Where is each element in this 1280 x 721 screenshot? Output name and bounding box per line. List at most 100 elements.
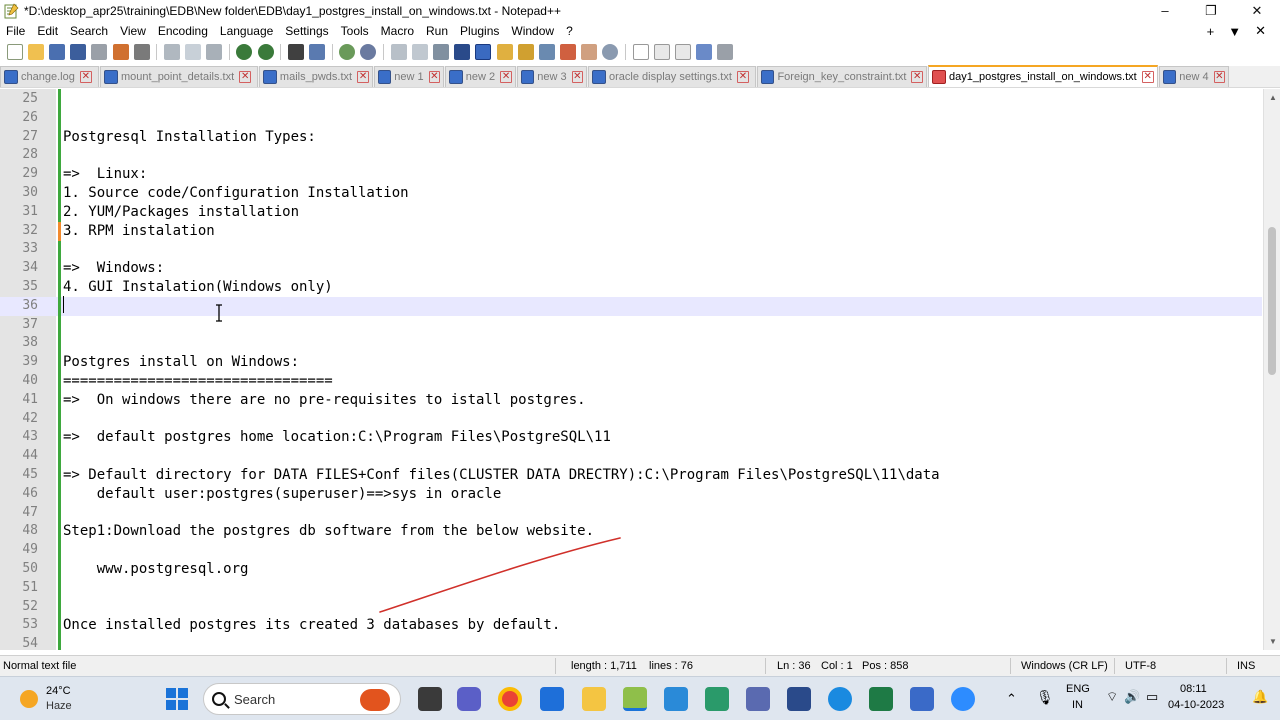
menu-encoding[interactable]: Encoding xyxy=(152,21,214,41)
show-all-chars-icon[interactable] xyxy=(454,43,471,60)
minimize-button[interactable]: – xyxy=(1142,0,1188,21)
teams-chat-icon[interactable] xyxy=(457,687,481,711)
close-icon[interactable]: ✕ xyxy=(357,71,369,83)
weather-widget[interactable]: 24°C Haze xyxy=(16,683,106,715)
excel-icon[interactable] xyxy=(869,687,893,711)
close-icon[interactable]: ✕ xyxy=(736,71,749,83)
tab-foreign-key-constraint[interactable]: Foreign_key_constraint.txt ✕ xyxy=(757,66,927,87)
scrollbar-thumb[interactable] xyxy=(1268,227,1276,375)
tab-new-3[interactable]: new 3 ✕ xyxy=(517,66,587,87)
store-icon[interactable] xyxy=(540,687,564,711)
save-all-icon[interactable] xyxy=(70,43,87,60)
eye-icon[interactable] xyxy=(602,43,619,60)
redo-icon[interactable] xyxy=(257,43,274,60)
chevron-up-icon[interactable]: ⌃ xyxy=(1006,691,1017,707)
file-explorer-icon[interactable] xyxy=(582,687,606,711)
tab-mails-pwds[interactable]: mails_pwds.txt ✕ xyxy=(259,66,373,87)
undo-icon[interactable] xyxy=(236,43,253,60)
save-macro-icon[interactable] xyxy=(717,43,734,60)
microphone-icon[interactable]: 🎙 xyxy=(1036,689,1054,706)
edge-icon[interactable] xyxy=(828,687,852,711)
language-indicator[interactable]: ENG xyxy=(1066,683,1090,695)
open-file-icon[interactable] xyxy=(27,43,44,60)
vertical-scrollbar[interactable]: ▲ ▼ xyxy=(1263,89,1280,650)
task-view-icon[interactable] xyxy=(418,687,442,711)
chrome-icon[interactable] xyxy=(498,687,522,711)
virtualbox-icon[interactable] xyxy=(787,687,811,711)
scroll-down-icon[interactable]: ▼ xyxy=(1269,637,1277,646)
new-file-icon[interactable] xyxy=(6,43,23,60)
menu-window[interactable]: Window xyxy=(505,21,560,41)
taskbar-search-box[interactable]: Search xyxy=(203,683,401,715)
save-icon[interactable] xyxy=(48,43,65,60)
close-icon[interactable]: ✕ xyxy=(1213,71,1225,83)
print-icon[interactable] xyxy=(133,43,150,60)
indent-guide-icon[interactable] xyxy=(475,43,492,60)
sync-vertical-icon[interactable] xyxy=(390,43,407,60)
cut-icon[interactable] xyxy=(163,43,180,60)
tab-list-button[interactable]: ▼ xyxy=(1228,24,1241,39)
tab-mount-point-details[interactable]: mount_point_details.txt ✕ xyxy=(100,66,258,87)
close-icon[interactable]: ✕ xyxy=(239,71,252,83)
notes-icon[interactable] xyxy=(910,687,934,711)
menu-tools[interactable]: Tools xyxy=(335,21,375,41)
close-icon[interactable]: ✕ xyxy=(79,71,92,83)
menu-view[interactable]: View xyxy=(114,21,152,41)
network-tool-icon[interactable] xyxy=(705,687,729,711)
notepadplusplus-taskbar-icon[interactable] xyxy=(623,687,647,711)
close-icon[interactable]: ✕ xyxy=(428,71,440,83)
remote-app-icon[interactable] xyxy=(664,687,688,711)
user-lang-icon[interactable] xyxy=(496,43,513,60)
zoom-out-icon[interactable] xyxy=(360,43,377,60)
notification-icon[interactable]: 🔔 xyxy=(1252,689,1268,705)
menu-edit[interactable]: Edit xyxy=(31,21,64,41)
close-doc-button[interactable]: ✕ xyxy=(1255,23,1266,39)
close-icon[interactable]: ✕ xyxy=(911,71,923,83)
zoom-icon[interactable] xyxy=(951,687,975,711)
menu-help[interactable]: ? xyxy=(560,21,579,41)
close-icon[interactable]: ✕ xyxy=(571,71,583,83)
tab-new-4[interactable]: new 4 ✕ xyxy=(1159,66,1229,87)
maximize-button[interactable]: ❐ xyxy=(1188,0,1234,21)
volume-icon[interactable]: 🔊 xyxy=(1124,689,1140,705)
tab-change-log[interactable]: change.log ✕ xyxy=(0,66,99,87)
menu-macro[interactable]: Macro xyxy=(375,21,420,41)
menu-plugins[interactable]: Plugins xyxy=(454,21,505,41)
run-macro-multiple-icon[interactable] xyxy=(696,43,713,60)
find-icon[interactable] xyxy=(287,43,304,60)
paste-icon[interactable] xyxy=(206,43,223,60)
tab-new-1[interactable]: new 1 ✕ xyxy=(374,66,444,87)
close-file-icon[interactable] xyxy=(91,43,108,60)
menu-run[interactable]: Run xyxy=(420,21,454,41)
tab-day1-postgres-install[interactable]: day1_postgres_install_on_windows.txt ✕ xyxy=(928,65,1158,87)
editor-area[interactable]: 25 26 27 Postgresql Installation Types: 28 29… xyxy=(0,89,1280,650)
word-wrap-icon[interactable] xyxy=(432,43,449,60)
battery-icon[interactable]: ▭ xyxy=(1146,689,1158,705)
close-icon[interactable]: ✕ xyxy=(1141,71,1154,83)
replace-icon[interactable] xyxy=(309,43,326,60)
wifi-icon[interactable]: ⌔ xyxy=(1106,689,1118,705)
menu-search[interactable]: Search xyxy=(64,21,114,41)
zoom-in-icon[interactable] xyxy=(339,43,356,60)
menu-settings[interactable]: Settings xyxy=(279,21,334,41)
monitoring-icon[interactable] xyxy=(581,43,598,60)
close-button[interactable]: ✕ xyxy=(1234,0,1280,21)
folder-workspace-icon[interactable] xyxy=(560,43,577,60)
record-macro-icon[interactable] xyxy=(632,43,649,60)
tab-oracle-display-settings[interactable]: oracle display settings.txt ✕ xyxy=(588,66,756,87)
pc-tool-icon[interactable] xyxy=(746,687,770,711)
menu-language[interactable]: Language xyxy=(214,21,279,41)
doc-map-icon[interactable] xyxy=(517,43,534,60)
windows-start-icon[interactable] xyxy=(165,687,189,711)
close-all-icon[interactable] xyxy=(112,43,129,60)
new-tab-button[interactable]: + xyxy=(1207,24,1215,39)
sync-horizontal-icon[interactable] xyxy=(411,43,428,60)
close-icon[interactable]: ✕ xyxy=(500,71,512,83)
function-list-icon[interactable] xyxy=(538,43,555,60)
menu-file[interactable]: File xyxy=(0,21,31,41)
tab-new-2[interactable]: new 2 ✕ xyxy=(445,66,516,87)
clock-time[interactable]: 08:11 xyxy=(1180,683,1207,695)
stop-macro-icon[interactable] xyxy=(653,43,670,60)
scroll-up-icon[interactable]: ▲ xyxy=(1269,93,1277,102)
copy-icon[interactable] xyxy=(185,43,202,60)
